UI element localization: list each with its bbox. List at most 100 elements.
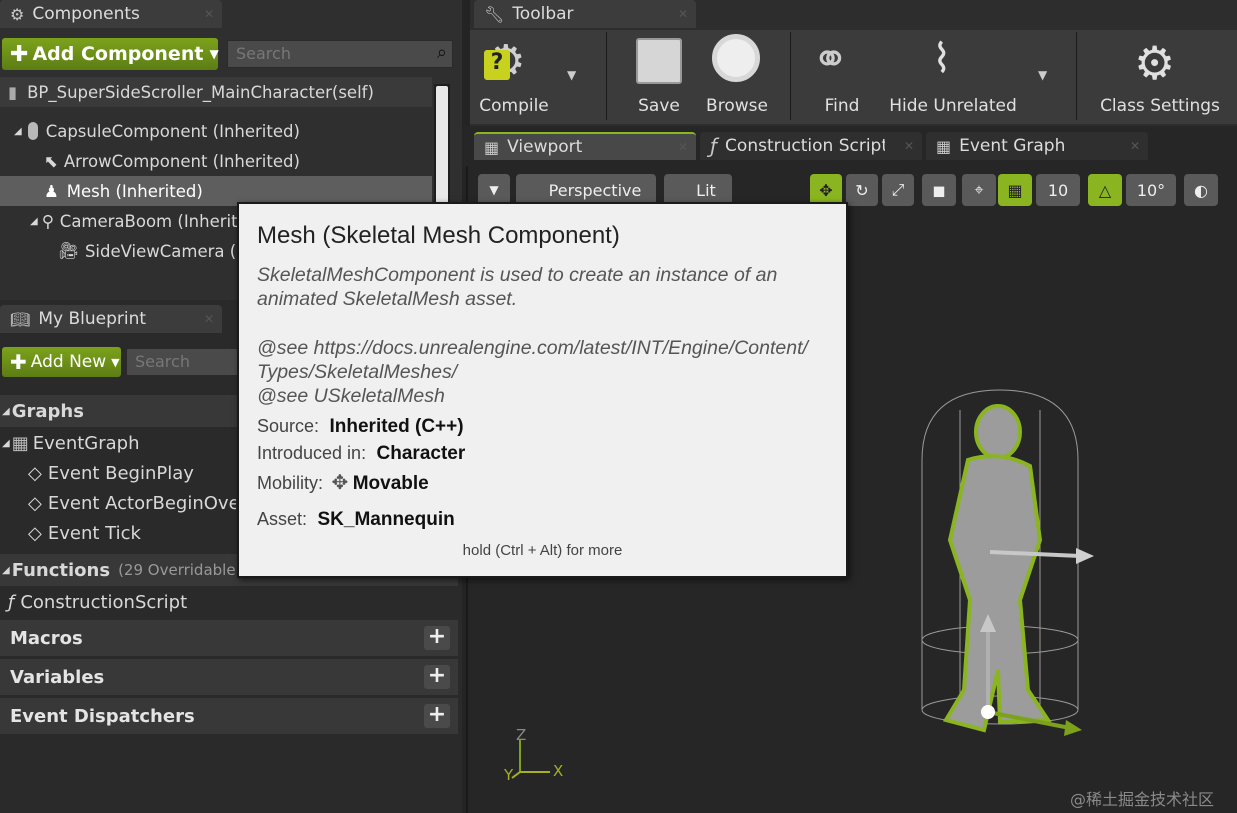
components-tab[interactable]: ⚙ Components ✕	[0, 0, 222, 28]
grid-icon: ▦	[1007, 180, 1023, 200]
tooltip-see-3: @see USkeletalMesh	[257, 385, 445, 407]
event-item-tick[interactable]: ◇ Event Tick	[0, 518, 236, 548]
add-macro-button[interactable]: +	[424, 626, 450, 650]
close-icon[interactable]: ✕	[678, 140, 688, 154]
axis-y-label: Y	[504, 766, 514, 784]
spring-arm-icon: ⚲	[41, 211, 54, 231]
event-diamond-icon: ◇	[28, 462, 42, 484]
rotate-icon: ↻	[855, 180, 869, 200]
viewport-grid-icon: ▦	[484, 137, 500, 157]
axis-x-label: X	[553, 762, 564, 780]
close-icon[interactable]: ✕	[904, 139, 914, 153]
add-component-button[interactable]: ✚ Add Component ▼	[2, 38, 219, 70]
plus-icon: ✚	[10, 41, 29, 67]
event-diamond-icon: ◇	[28, 492, 42, 514]
book-icon: 📖︎	[10, 309, 31, 329]
cube-icon: ◼	[932, 180, 946, 200]
event-dispatchers-category[interactable]: Event Dispatchers +	[0, 698, 458, 734]
rotate-tool-button[interactable]: ↻	[846, 174, 878, 206]
tooltip-introduced-row: Introduced in: Character	[257, 443, 466, 464]
toolbar-tab[interactable]: 🔧︎ Toolbar ✕	[474, 0, 696, 28]
scale-snap-icon: ◐	[1194, 180, 1208, 200]
my-blueprint-tab[interactable]: 📖︎ My Blueprint ✕	[0, 305, 222, 333]
surface-snap-icon: ⌖	[974, 180, 984, 199]
rotation-snap-value[interactable]: 10°	[1126, 174, 1176, 206]
search-icon: ⌕	[436, 42, 447, 63]
plus-icon: ✚	[10, 350, 27, 374]
tooltip-see-2: Types/SkeletalMeshes/	[257, 361, 458, 383]
macros-category[interactable]: Macros +	[0, 620, 458, 656]
blueprint-search-input[interactable]: Search	[126, 348, 246, 376]
add-dispatcher-button[interactable]: +	[424, 704, 450, 728]
tab-event-graph[interactable]: ▦ Event Graph ✕	[926, 132, 1148, 160]
skeletal-mesh-icon: ♟	[44, 181, 59, 201]
function-icon: ƒ	[8, 591, 15, 613]
compile-button[interactable]: ⚙ ? Compile	[474, 30, 554, 122]
expand-arrow-icon: ◢	[14, 125, 22, 137]
floppy-disk-icon	[636, 38, 682, 84]
class-settings-gear-icon: ⚙	[1134, 36, 1176, 90]
angle-icon: △	[1098, 180, 1112, 200]
graph-icon: ▦	[11, 432, 29, 454]
movable-icon: ✥	[331, 472, 349, 494]
chevron-down-icon: ▼	[209, 47, 219, 61]
tooltip-title: Mesh (Skeletal Mesh Component)	[257, 222, 620, 249]
components-search-input[interactable]: Search ⌕	[227, 40, 453, 68]
axis-z-label: Z	[516, 726, 527, 744]
compile-options-chevron-icon[interactable]: ▼	[567, 68, 576, 82]
scale-icon: ⤢	[891, 180, 905, 199]
rotation-snap-toggle[interactable]: △	[1088, 174, 1122, 206]
tooltip-hint: hold (Ctrl + Alt) for more	[462, 542, 623, 559]
hide-unrelated-button[interactable]: ⌇ Hide Unrelated	[888, 30, 1018, 122]
surface-snap-button[interactable]: ⌖	[962, 174, 996, 206]
close-icon[interactable]: ✕	[204, 7, 214, 21]
class-settings-button[interactable]: ⚙ Class Settings	[1098, 30, 1222, 122]
event-graph-item[interactable]: ◢ ▦ EventGraph	[0, 428, 140, 458]
close-icon[interactable]: ✕	[678, 7, 688, 21]
browse-button[interactable]: Browse	[700, 30, 774, 122]
add-new-button[interactable]: ✚ Add New ▼	[2, 347, 121, 377]
scale-tool-button[interactable]: ⤢	[882, 174, 914, 206]
tooltip-asset-row: Asset: SK_Mannequin	[257, 509, 455, 530]
collapse-arrow-icon: ◢	[2, 437, 10, 449]
tooltip-description-1: SkeletalMeshComponent is used to create …	[257, 264, 778, 286]
character-preview[interactable]	[880, 370, 1120, 740]
mannequin-mesh	[942, 404, 1052, 733]
component-tooltip: Mesh (Skeletal Mesh Component) SkeletalM…	[237, 202, 848, 578]
close-icon[interactable]: ✕	[1130, 139, 1140, 153]
components-icon: ⚙	[10, 4, 25, 24]
save-button[interactable]: Save	[628, 30, 690, 122]
pin-icon: ▮	[8, 82, 18, 102]
binoculars-icon: ⚭	[812, 34, 849, 85]
camera-icon: 🎥︎	[58, 241, 79, 260]
construction-script-item[interactable]: ƒ ConstructionScript	[0, 587, 187, 617]
tree-item-arrow[interactable]: ⬉ ArrowComponent (Inherited)	[0, 146, 432, 176]
question-badge-icon: ?	[484, 50, 510, 80]
add-variable-button[interactable]: +	[424, 665, 450, 689]
event-item-beginplay[interactable]: ◇ Event BeginPlay	[0, 458, 236, 488]
tooltip-see-1: @see https://docs.unrealengine.com/lates…	[257, 337, 808, 359]
grid-snap-toggle[interactable]: ▦	[998, 174, 1032, 206]
tooltip-description-2: animated SkeletalMesh asset.	[257, 288, 518, 310]
magnifier-icon	[712, 34, 760, 82]
watermark: @稀土掘金技术社区	[1070, 790, 1215, 809]
hide-unrelated-chevron-icon[interactable]: ▼	[1038, 68, 1047, 82]
scale-snap-toggle[interactable]: ◐	[1184, 174, 1218, 206]
function-icon: ƒ	[710, 134, 718, 158]
move-icon: ✥	[819, 180, 833, 200]
graph-icon: ▦	[936, 136, 952, 156]
find-button[interactable]: ⚭ Find	[808, 30, 876, 122]
world-local-button[interactable]: ◼	[922, 174, 956, 206]
tree-item-capsule[interactable]: ◢ CapsuleComponent (Inherited)	[0, 116, 432, 146]
event-item-actorbeginoverlap[interactable]: ◇ Event ActorBeginOverlap	[0, 488, 236, 518]
tree-item-self[interactable]: ▮ BP_SuperSideScroller_MainCharacter(sel…	[0, 77, 432, 107]
chevron-down-icon: ▼	[111, 355, 120, 369]
close-icon[interactable]: ✕	[204, 312, 214, 326]
chevron-down-icon: ▼	[489, 183, 499, 197]
collapse-arrow-icon: ◢	[2, 564, 10, 576]
tab-construction-script[interactable]: ƒ Construction Script ✕	[700, 132, 922, 160]
variables-category[interactable]: Variables +	[0, 659, 458, 695]
tooltip-source-row: Source: Inherited (C++)	[257, 416, 464, 437]
tab-viewport[interactable]: ▦ Viewport ✕	[474, 132, 696, 160]
grid-snap-value[interactable]: 10	[1036, 174, 1080, 206]
